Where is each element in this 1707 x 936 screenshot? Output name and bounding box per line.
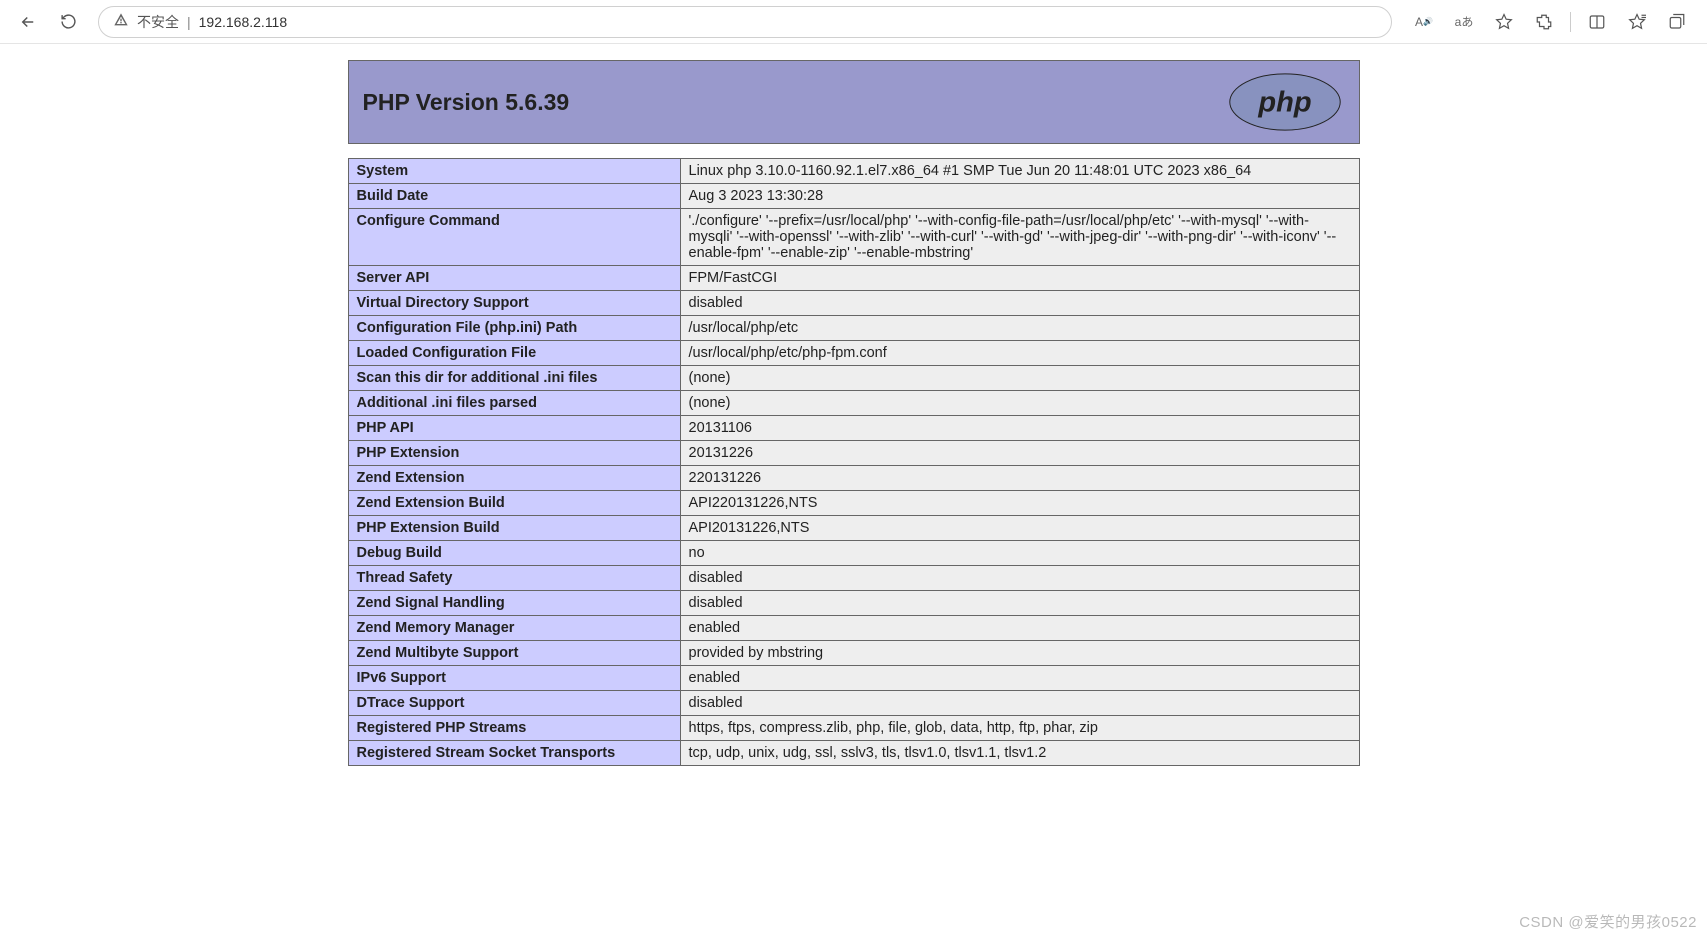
address-bar[interactable]: 不安全 | 192.168.2.118 bbox=[98, 6, 1392, 38]
table-row: Debug Buildno bbox=[348, 541, 1359, 566]
row-key: PHP Extension Build bbox=[348, 516, 680, 541]
phpinfo-content: PHP Version 5.6.39 php SystemLinux php 3… bbox=[348, 60, 1360, 766]
row-key: Additional .ini files parsed bbox=[348, 391, 680, 416]
row-value: enabled bbox=[680, 666, 1359, 691]
favorites-list-button[interactable] bbox=[1619, 6, 1655, 38]
back-button[interactable] bbox=[12, 6, 44, 38]
row-key: Zend Multibyte Support bbox=[348, 641, 680, 666]
row-value: (none) bbox=[680, 366, 1359, 391]
insecure-label: 不安全 bbox=[137, 12, 179, 32]
table-row: Zend Extension220131226 bbox=[348, 466, 1359, 491]
table-row: Additional .ini files parsed(none) bbox=[348, 391, 1359, 416]
row-value: 20131106 bbox=[680, 416, 1359, 441]
table-row: Virtual Directory Supportdisabled bbox=[348, 291, 1359, 316]
row-key: Configure Command bbox=[348, 209, 680, 266]
row-value: enabled bbox=[680, 616, 1359, 641]
table-row: SystemLinux php 3.10.0-1160.92.1.el7.x86… bbox=[348, 159, 1359, 184]
insecure-icon bbox=[113, 12, 129, 31]
row-value: provided by mbstring bbox=[680, 641, 1359, 666]
row-key: Zend Extension bbox=[348, 466, 680, 491]
phpinfo-header: PHP Version 5.6.39 php bbox=[348, 60, 1360, 144]
browser-toolbar: 不安全 | 192.168.2.118 A🔊 aあ bbox=[0, 0, 1707, 44]
php-logo-icon: php bbox=[1225, 70, 1345, 134]
page-title: PHP Version 5.6.39 bbox=[363, 89, 570, 116]
table-row: Zend Extension BuildAPI220131226,NTS bbox=[348, 491, 1359, 516]
table-row: IPv6 Supportenabled bbox=[348, 666, 1359, 691]
table-row: Thread Safetydisabled bbox=[348, 566, 1359, 591]
table-row: PHP Extension BuildAPI20131226,NTS bbox=[348, 516, 1359, 541]
row-key: Virtual Directory Support bbox=[348, 291, 680, 316]
divider bbox=[1570, 12, 1571, 32]
url-separator: | bbox=[187, 14, 191, 30]
row-key: Loaded Configuration File bbox=[348, 341, 680, 366]
read-aloud-button[interactable]: A🔊 bbox=[1406, 6, 1442, 38]
row-value: './configure' '--prefix=/usr/local/php' … bbox=[680, 209, 1359, 266]
page-viewport[interactable]: PHP Version 5.6.39 php SystemLinux php 3… bbox=[0, 44, 1707, 936]
row-value: /usr/local/php/etc/php-fpm.conf bbox=[680, 341, 1359, 366]
table-row: Loaded Configuration File/usr/local/php/… bbox=[348, 341, 1359, 366]
row-key: Registered PHP Streams bbox=[348, 716, 680, 741]
row-key: DTrace Support bbox=[348, 691, 680, 716]
row-value: API220131226,NTS bbox=[680, 491, 1359, 516]
table-row: DTrace Supportdisabled bbox=[348, 691, 1359, 716]
row-value: /usr/local/php/etc bbox=[680, 316, 1359, 341]
row-value: https, ftps, compress.zlib, php, file, g… bbox=[680, 716, 1359, 741]
table-row: Registered Stream Socket Transportstcp, … bbox=[348, 741, 1359, 766]
row-value: disabled bbox=[680, 291, 1359, 316]
row-key: Scan this dir for additional .ini files bbox=[348, 366, 680, 391]
row-key: Thread Safety bbox=[348, 566, 680, 591]
table-row: Configuration File (php.ini) Path/usr/lo… bbox=[348, 316, 1359, 341]
row-key: Server API bbox=[348, 266, 680, 291]
table-row: Zend Signal Handlingdisabled bbox=[348, 591, 1359, 616]
row-value: disabled bbox=[680, 691, 1359, 716]
row-key: PHP API bbox=[348, 416, 680, 441]
refresh-button[interactable] bbox=[52, 6, 84, 38]
toolbar-right: A🔊 aあ bbox=[1406, 6, 1695, 38]
url-text: 192.168.2.118 bbox=[199, 14, 1377, 30]
translate-button[interactable]: aあ bbox=[1446, 6, 1482, 38]
row-key: System bbox=[348, 159, 680, 184]
row-value: disabled bbox=[680, 566, 1359, 591]
favorite-button[interactable] bbox=[1486, 6, 1522, 38]
phpinfo-table: SystemLinux php 3.10.0-1160.92.1.el7.x86… bbox=[348, 158, 1360, 766]
row-key: PHP Extension bbox=[348, 441, 680, 466]
row-value: Linux php 3.10.0-1160.92.1.el7.x86_64 #1… bbox=[680, 159, 1359, 184]
table-row: Configure Command'./configure' '--prefix… bbox=[348, 209, 1359, 266]
table-row: Zend Multibyte Supportprovided by mbstri… bbox=[348, 641, 1359, 666]
row-key: Zend Extension Build bbox=[348, 491, 680, 516]
collections-button[interactable] bbox=[1659, 6, 1695, 38]
row-key: IPv6 Support bbox=[348, 666, 680, 691]
row-key: Zend Signal Handling bbox=[348, 591, 680, 616]
row-value: (none) bbox=[680, 391, 1359, 416]
row-value: 20131226 bbox=[680, 441, 1359, 466]
row-key: Registered Stream Socket Transports bbox=[348, 741, 680, 766]
row-value: disabled bbox=[680, 591, 1359, 616]
table-row: PHP Extension20131226 bbox=[348, 441, 1359, 466]
row-value: Aug 3 2023 13:30:28 bbox=[680, 184, 1359, 209]
row-value: API20131226,NTS bbox=[680, 516, 1359, 541]
table-row: Scan this dir for additional .ini files(… bbox=[348, 366, 1359, 391]
row-value: tcp, udp, unix, udg, ssl, sslv3, tls, tl… bbox=[680, 741, 1359, 766]
row-value: 220131226 bbox=[680, 466, 1359, 491]
row-key: Debug Build bbox=[348, 541, 680, 566]
split-screen-button[interactable] bbox=[1579, 6, 1615, 38]
svg-text:php: php bbox=[1257, 87, 1311, 119]
row-value: FPM/FastCGI bbox=[680, 266, 1359, 291]
row-value: no bbox=[680, 541, 1359, 566]
row-key: Configuration File (php.ini) Path bbox=[348, 316, 680, 341]
table-row: Registered PHP Streamshttps, ftps, compr… bbox=[348, 716, 1359, 741]
table-row: Server APIFPM/FastCGI bbox=[348, 266, 1359, 291]
row-key: Build Date bbox=[348, 184, 680, 209]
table-row: Zend Memory Managerenabled bbox=[348, 616, 1359, 641]
extensions-button[interactable] bbox=[1526, 6, 1562, 38]
table-row: Build DateAug 3 2023 13:30:28 bbox=[348, 184, 1359, 209]
row-key: Zend Memory Manager bbox=[348, 616, 680, 641]
table-row: PHP API20131106 bbox=[348, 416, 1359, 441]
